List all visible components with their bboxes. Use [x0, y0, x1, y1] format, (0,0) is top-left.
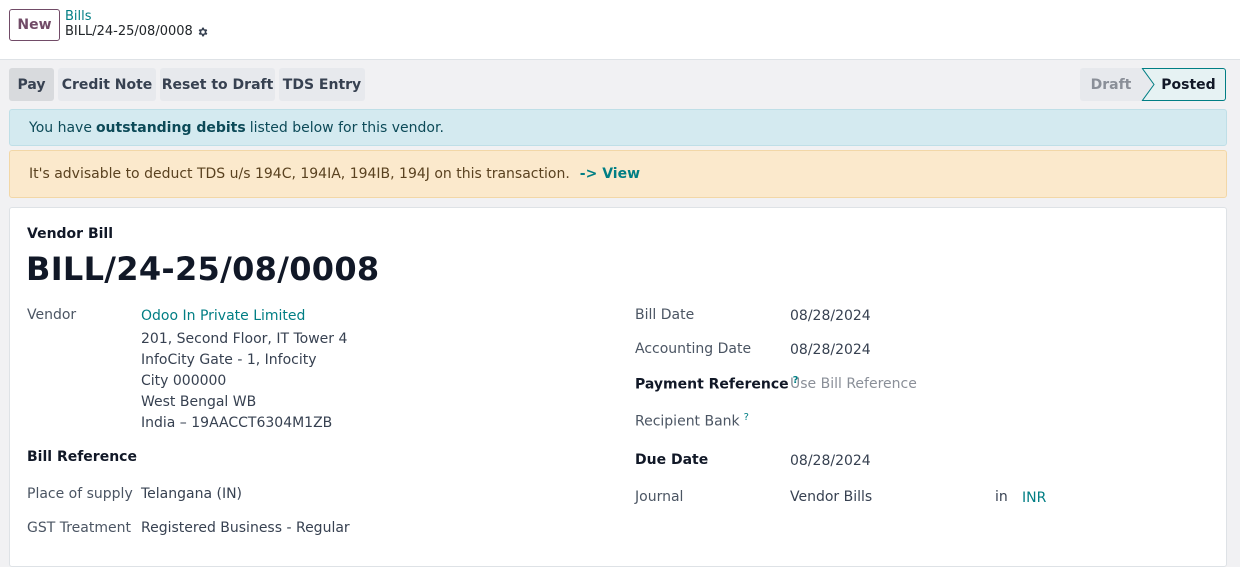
- vendor-field[interactable]: Odoo In Private Limited: [141, 308, 305, 324]
- accounting-date-field[interactable]: 08/28/2024: [790, 342, 871, 358]
- breadcrumb-bills-link[interactable]: Bills: [65, 9, 92, 24]
- gst-treatment-field[interactable]: Registered Business - Regular: [141, 520, 350, 536]
- bill-date-field[interactable]: 08/28/2024: [790, 308, 871, 324]
- journal-field[interactable]: Vendor Bills: [790, 489, 872, 505]
- recipient-bank-input[interactable]: [790, 407, 1210, 433]
- payment-reference-label-text: Payment Reference: [635, 376, 789, 393]
- alert-info-suffix: listed below for this vendor.: [249, 119, 444, 136]
- vendor-address: 201, Second Floor, IT Tower 4 InfoCity G…: [141, 329, 347, 434]
- document-type-label: Vendor Bill: [27, 226, 114, 242]
- journal-label: Journal: [635, 489, 684, 505]
- status-arrow-icon: [1141, 68, 1155, 101]
- reset-to-draft-button[interactable]: Reset to Draft: [160, 68, 275, 101]
- status-bar: Draft Posted: [1080, 68, 1226, 101]
- vendor-label: Vendor: [27, 307, 77, 323]
- new-button[interactable]: New: [9, 9, 60, 41]
- gst-treatment-label: GST Treatment: [27, 520, 131, 536]
- payment-reference-input[interactable]: Use Bill Reference: [790, 376, 917, 392]
- currency-field[interactable]: INR: [1022, 490, 1046, 506]
- page-title: BILL/24-25/08/0008: [26, 250, 380, 288]
- form-sheet: Vendor Bill BILL/24-25/08/0008 Vendor Od…: [9, 207, 1227, 567]
- tds-advisory-text: It's advisable to deduct TDS u/s 194C, 1…: [29, 166, 570, 182]
- address-line: West Bengal WB: [141, 394, 257, 410]
- tds-advisory-alert: It's advisable to deduct TDS u/s 194C, 1…: [9, 150, 1227, 198]
- place-of-supply-label: Place of supply: [27, 486, 133, 502]
- breadcrumb-current-label: BILL/24-25/08/0008: [65, 24, 193, 39]
- credit-note-button[interactable]: Credit Note: [58, 68, 156, 101]
- recipient-bank-label: Recipient Bank?: [635, 412, 749, 430]
- address-line: InfoCity Gate - 1, Infocity: [141, 352, 317, 368]
- alert-info-prefix: You have: [29, 119, 92, 136]
- due-date-label: Due Date: [635, 452, 709, 468]
- tds-entry-button[interactable]: TDS Entry: [279, 68, 365, 101]
- breadcrumb-current: BILL/24-25/08/0008: [65, 24, 209, 39]
- outstanding-debits-alert: You have outstanding debits listed below…: [9, 109, 1227, 146]
- accounting-date-label: Accounting Date: [635, 341, 752, 357]
- address-line: India – 19AACCT6304M1ZB: [141, 415, 333, 431]
- bill-reference-label: Bill Reference: [27, 449, 137, 465]
- status-draft[interactable]: Draft: [1080, 68, 1142, 101]
- control-panel: New Bills BILL/24-25/08/0008: [0, 0, 1240, 60]
- bill-date-label: Bill Date: [635, 307, 695, 323]
- action-bar: Pay Credit Note Reset to Draft TDS Entry…: [0, 61, 1240, 106]
- bill-reference-input[interactable]: [141, 444, 581, 470]
- alert-info-bold: outstanding debits: [95, 119, 246, 136]
- currency-in-label: in: [995, 489, 1008, 505]
- help-icon[interactable]: ?: [744, 412, 749, 423]
- address-line: City 000000: [141, 373, 227, 389]
- due-date-field[interactable]: 08/28/2024: [790, 453, 871, 469]
- address-line: 201, Second Floor, IT Tower 4: [141, 331, 348, 347]
- status-posted-label: Posted: [1161, 76, 1216, 93]
- payment-reference-label: Payment Reference?: [635, 375, 798, 393]
- gear-icon[interactable]: [197, 26, 209, 38]
- tds-view-link[interactable]: -> View: [580, 166, 640, 182]
- status-posted[interactable]: Posted: [1141, 68, 1226, 101]
- pay-button[interactable]: Pay: [9, 68, 54, 101]
- recipient-bank-label-text: Recipient Bank: [635, 413, 740, 430]
- place-of-supply-field[interactable]: Telangana (IN): [141, 486, 242, 502]
